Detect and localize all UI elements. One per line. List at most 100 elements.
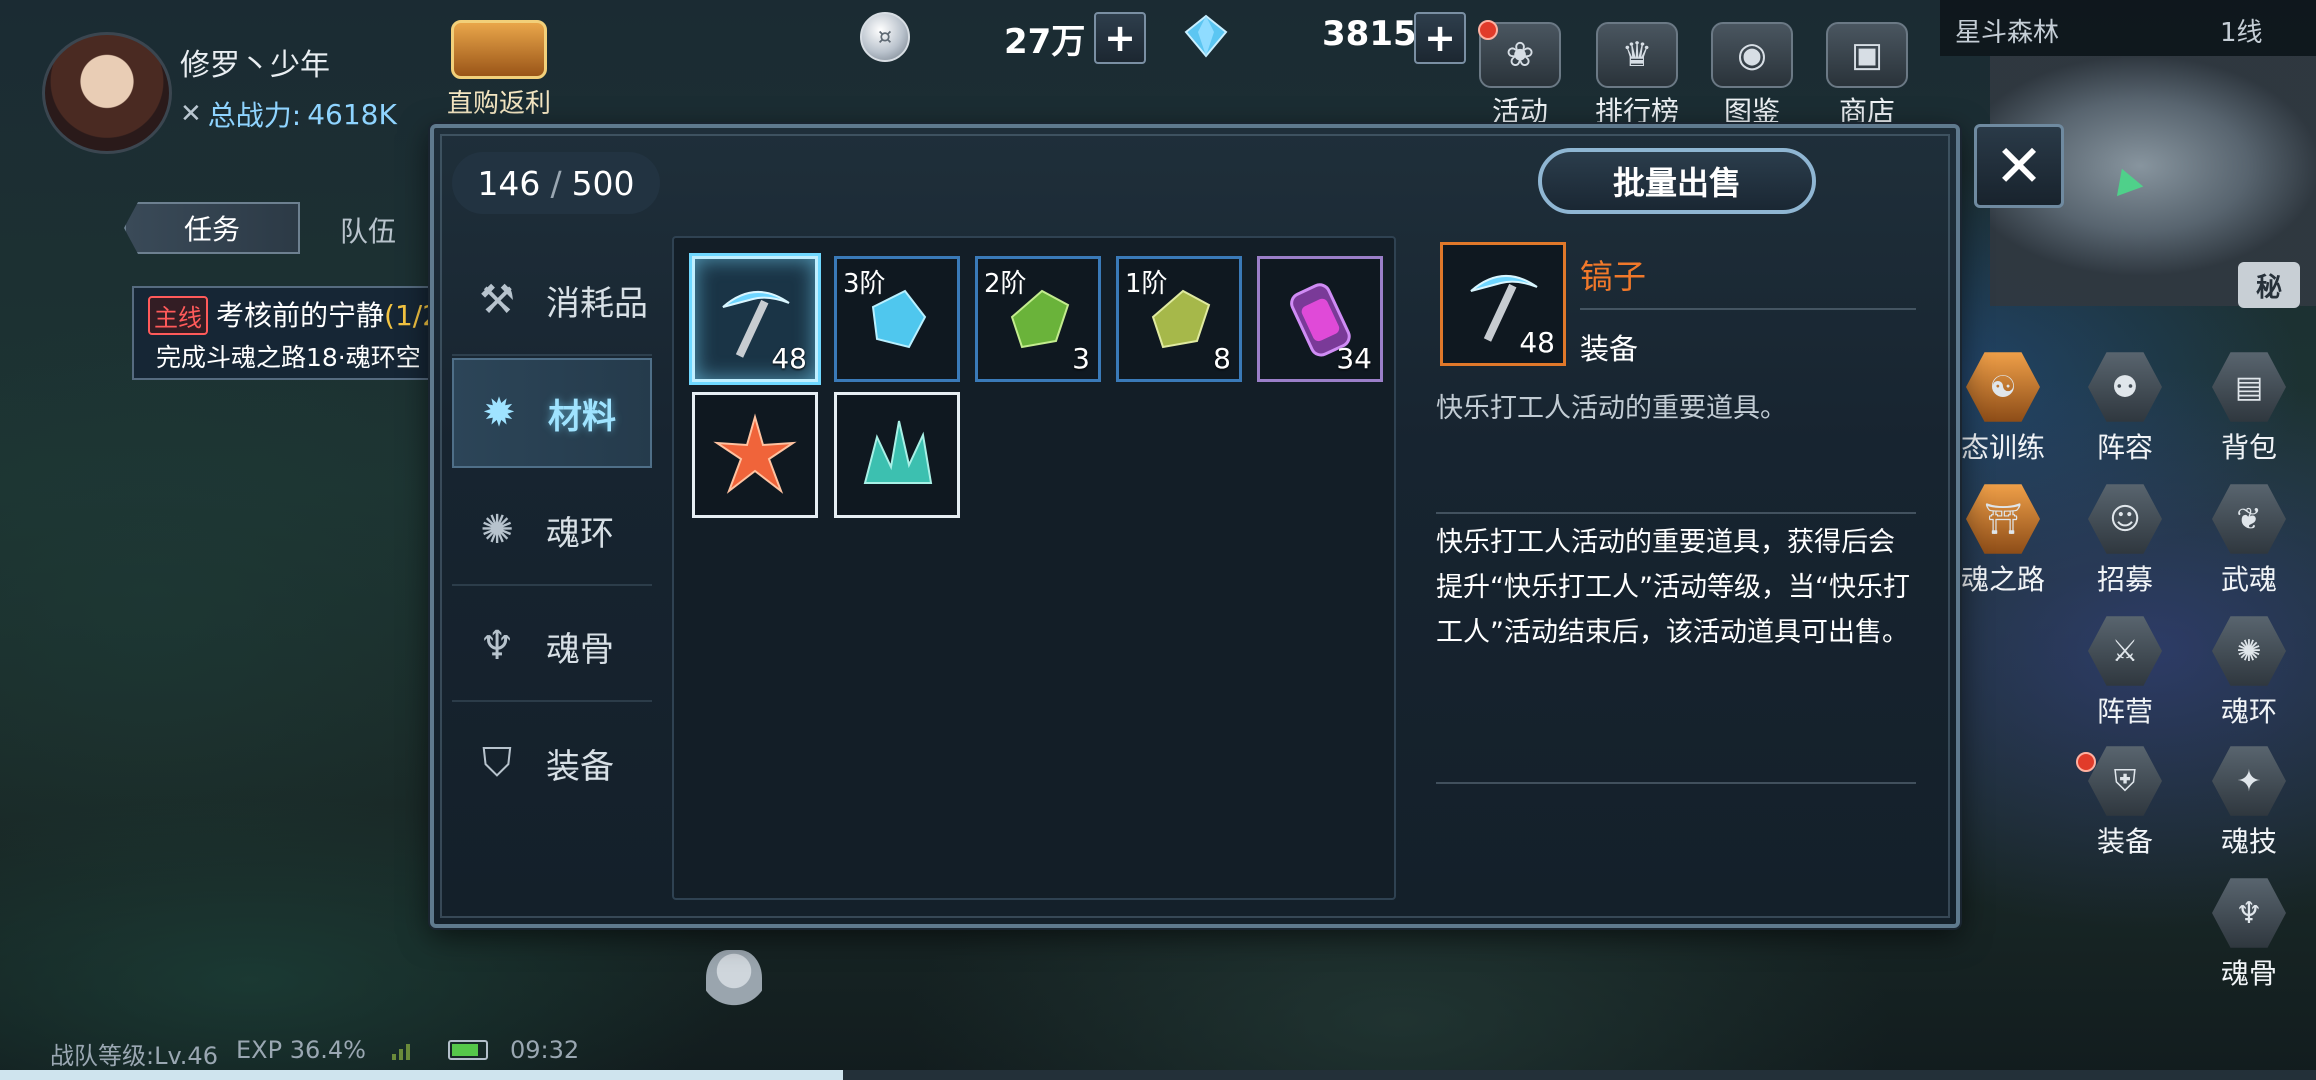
- exp-bar: [0, 1070, 2316, 1080]
- side-martial-soul-label: 武魂: [2220, 563, 2277, 596]
- topnav-codex[interactable]: ◉ 图鉴: [1702, 22, 1802, 130]
- clock-time: 09:32: [510, 1036, 580, 1064]
- camp-icon: ⚔: [2088, 616, 2162, 686]
- trophy-icon: ♛: [1596, 22, 1678, 88]
- side-soul-bone[interactable]: ♆ 魂骨: [2194, 876, 2304, 992]
- item-slot-pickaxe[interactable]: 48: [692, 256, 818, 382]
- capacity-used: 146: [477, 163, 541, 203]
- close-icon: ✕: [1994, 132, 2044, 200]
- detail-item-type: 装备: [1580, 332, 1639, 366]
- category-label: 材料: [548, 396, 616, 437]
- add-coin-button[interactable]: +: [1094, 12, 1146, 64]
- quest-tag: 主线: [148, 296, 208, 335]
- side-training[interactable]: ☯ 态训练: [1948, 350, 2058, 466]
- category-soul-ring[interactable]: ✺ 魂环: [452, 476, 652, 586]
- silver-coin-icon: ¤: [860, 12, 910, 62]
- category-soul-bone[interactable]: ♆ 魂骨: [452, 592, 652, 702]
- player-avatar[interactable]: [42, 32, 172, 154]
- item-count: 34: [1336, 342, 1372, 375]
- secret-badge[interactable]: 秘: [2238, 262, 2300, 308]
- side-soul-skill-label: 魂技: [2220, 825, 2277, 858]
- meditation-icon: ☯: [1966, 352, 2040, 422]
- capacity-pill: 146 / 500: [452, 152, 660, 214]
- side-backpack-label: 背包: [2220, 431, 2277, 464]
- topnav-shop[interactable]: ▣ 商店: [1817, 22, 1917, 130]
- power-label: 总战力:: [207, 99, 302, 132]
- coin-value: 27万: [1004, 22, 1086, 62]
- exp-percent: EXP 36.4%: [236, 1036, 366, 1064]
- power-row: ✕ 总战力: 4618K: [180, 94, 397, 134]
- divider: [1580, 308, 1916, 310]
- item-slot-red-star[interactable]: [692, 392, 818, 518]
- topnav-ranking[interactable]: ♛ 排行榜: [1587, 22, 1687, 130]
- side-soul-skill[interactable]: ✦ 魂技: [2194, 744, 2304, 860]
- item-slot-green-crystal[interactable]: 2阶 3: [975, 256, 1101, 382]
- formation-icon: ⚉: [2088, 352, 2162, 422]
- item-count: 48: [771, 342, 807, 375]
- category-label: 魂环: [546, 513, 614, 554]
- spirit-icon: ❦: [2212, 484, 2286, 554]
- side-soul-ring[interactable]: ✺ 魂环: [2194, 614, 2304, 730]
- battery-icon: [448, 1040, 488, 1060]
- side-soul-bone-label: 魂骨: [2220, 957, 2277, 990]
- category-label: 装备: [546, 746, 614, 787]
- divider: [1436, 512, 1916, 514]
- side-recruit[interactable]: ☺ 招募: [2070, 482, 2180, 598]
- close-button[interactable]: ✕: [1974, 124, 2064, 208]
- add-diamond-button[interactable]: +: [1414, 12, 1466, 64]
- tab-team[interactable]: 队伍: [340, 210, 396, 250]
- skill-icon: ✦: [2212, 746, 2286, 816]
- quest-title: 考核前的宁静(1/2: [216, 294, 440, 334]
- batch-sell-button[interactable]: 批量出售: [1538, 148, 1816, 214]
- notification-dot: [1478, 20, 1498, 40]
- category-consumables[interactable]: ⚒ 消耗品: [452, 246, 652, 356]
- side-soul-road[interactable]: ⛩ 魂之路: [1948, 482, 2058, 598]
- tools-icon: ⚒: [479, 277, 515, 323]
- category-equipment[interactable]: ⛉ 装备: [452, 708, 652, 818]
- quest-title-text: 考核前的宁静: [216, 299, 385, 332]
- sun-ring-icon: ✺: [480, 507, 514, 553]
- shop-icon: ▣: [1826, 22, 1908, 88]
- side-formation-label: 阵容: [2096, 431, 2153, 464]
- player-name: 修罗丶少年: [180, 48, 330, 83]
- side-martial-soul[interactable]: ❦ 武魂: [2194, 482, 2304, 598]
- notification-dot: [2076, 752, 2096, 772]
- backpack-icon: ▤: [2212, 352, 2286, 422]
- region-line[interactable]: 1线: [2220, 12, 2263, 49]
- team-level: 战队等级:Lv.46: [50, 1042, 218, 1070]
- character-figure[interactable]: [706, 950, 762, 1020]
- detail-long-desc: 快乐打工人活动的重要道具，获得后会提升“快乐打工人”活动等级，当“快乐打工人”活…: [1436, 527, 1910, 648]
- book-icon: ◉: [1711, 22, 1793, 88]
- quest-desc: 完成斗魂之路18·魂环空: [156, 343, 421, 372]
- teal-crystal-cluster-icon: [863, 420, 933, 484]
- diamond-value: 3815: [1322, 14, 1417, 54]
- recruit-icon: ☺: [2088, 484, 2162, 554]
- item-tier: 3阶: [843, 269, 886, 299]
- promo-label: 直购返利: [446, 89, 551, 119]
- category-materials[interactable]: ✹ 材料: [452, 358, 652, 468]
- side-soul-road-label: 魂之路: [1960, 563, 2045, 596]
- item-slot-blue-crystal[interactable]: 3阶: [834, 256, 960, 382]
- signal-icon: [392, 1040, 414, 1060]
- side-recruit-label: 招募: [2096, 563, 2153, 596]
- side-formation[interactable]: ⚉ 阵容: [2070, 350, 2180, 466]
- exp-bar-fill: [0, 1070, 844, 1080]
- item-slot-yellow-crystal[interactable]: 1阶 8: [1116, 256, 1242, 382]
- region-name: 星斗森林: [1955, 18, 2060, 48]
- item-slot-teal-crystal[interactable]: [834, 392, 960, 518]
- divider: [1436, 782, 1916, 784]
- side-camp[interactable]: ⚔ 阵营: [2070, 614, 2180, 730]
- promo-button[interactable]: 直购返利: [444, 20, 554, 120]
- gate-icon: ⛩: [1966, 484, 2040, 554]
- treasure-chest-icon: [451, 20, 547, 79]
- item-count: 8: [1213, 342, 1231, 375]
- item-tier: 2阶: [984, 269, 1027, 299]
- bone-crest-icon: ♆: [479, 623, 515, 669]
- item-slot-purple-scroll[interactable]: 34: [1257, 256, 1383, 382]
- side-soul-ring-label: 魂环: [2220, 695, 2277, 728]
- red-star-icon: [713, 413, 797, 494]
- anvil-icon: ✹: [482, 390, 516, 436]
- side-backpack[interactable]: ▤ 背包: [2194, 350, 2304, 466]
- category-label: 魂骨: [546, 629, 614, 670]
- tab-task[interactable]: 任务: [124, 202, 300, 254]
